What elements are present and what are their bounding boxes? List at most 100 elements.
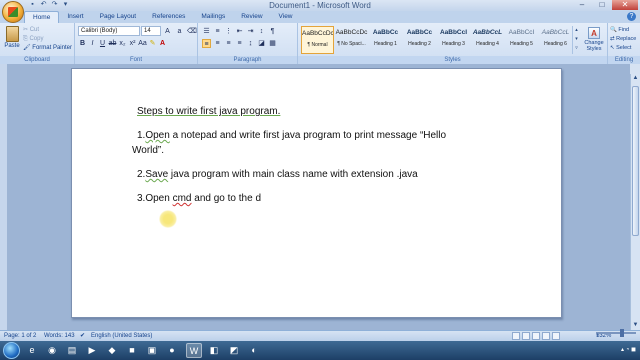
- outline-icon[interactable]: [542, 332, 550, 340]
- undo-icon[interactable]: ↶: [39, 1, 48, 9]
- shading-icon[interactable]: ◪: [257, 39, 266, 48]
- zoom-in-icon[interactable]: +: [596, 332, 600, 340]
- tab-references[interactable]: References: [144, 11, 193, 23]
- multilevel-list-icon[interactable]: ⋮: [224, 27, 233, 36]
- font-color-icon[interactable]: A: [158, 39, 167, 48]
- document-page[interactable]: Steps to write first java program. 1.Ope…: [71, 68, 562, 318]
- justify-icon[interactable]: ≡: [235, 39, 244, 48]
- app-icon[interactable]: ◩: [226, 343, 242, 358]
- help-icon[interactable]: ?: [627, 12, 636, 21]
- subscript-icon[interactable]: x₂: [118, 39, 127, 48]
- select-button[interactable]: ↖ Select: [610, 44, 636, 53]
- superscript-icon[interactable]: x²: [128, 39, 137, 48]
- format-painter-button[interactable]: 🖌 Format Painter: [23, 44, 72, 53]
- style-normal[interactable]: AaBbCcDc ¶ Normal: [301, 26, 334, 54]
- office-button[interactable]: [2, 1, 24, 23]
- zoom-slider[interactable]: [596, 329, 636, 337]
- app-icon[interactable]: ▣: [144, 343, 160, 358]
- numbering-icon[interactable]: ≡: [213, 27, 222, 36]
- style-heading-1[interactable]: AaBbCc Heading 1: [369, 26, 402, 54]
- word-count[interactable]: Words: 143: [44, 331, 75, 341]
- document-body[interactable]: Steps to write first java program. 1.Ope…: [132, 104, 512, 215]
- proofing-icon[interactable]: ✔: [80, 331, 85, 341]
- shrink-font-icon[interactable]: a: [175, 27, 184, 36]
- vertical-scrollbar[interactable]: ▲ ▼: [630, 74, 640, 330]
- change-styles-icon: A: [588, 27, 600, 39]
- language-indicator[interactable]: English (United States): [91, 331, 152, 341]
- zoom-control: 132% − +: [596, 329, 636, 339]
- style-heading-3[interactable]: AaBbCcI Heading 3: [437, 26, 470, 54]
- align-right-icon[interactable]: ≡: [224, 39, 233, 48]
- tab-review[interactable]: Review: [233, 11, 270, 23]
- style-no-spacing[interactable]: AaBbCcDc ¶ No Spaci...: [335, 26, 368, 54]
- app-icon[interactable]: ◆: [104, 343, 120, 358]
- print-layout-icon[interactable]: [512, 332, 520, 340]
- font-size-select[interactable]: 14: [141, 26, 161, 36]
- zoom-slider-knob[interactable]: [620, 329, 624, 337]
- step-1-continuation: World”.: [132, 145, 165, 156]
- align-left-icon[interactable]: ≡: [202, 39, 211, 48]
- copy-button[interactable]: ⎘ Copy: [23, 35, 72, 44]
- customize-qat-icon[interactable]: ▾: [61, 1, 70, 9]
- font-group-label: Font: [75, 56, 197, 64]
- ie-icon[interactable]: e: [24, 343, 40, 358]
- scroll-down-icon[interactable]: ▼: [631, 321, 640, 330]
- highlight-icon[interactable]: ✎: [148, 39, 157, 48]
- underline-icon[interactable]: U: [98, 39, 107, 48]
- app-icon[interactable]: ■: [124, 343, 140, 358]
- cut-button[interactable]: ✂ Cut: [23, 26, 72, 35]
- system-tray[interactable]: ▴ ◔ ◼: [621, 341, 636, 360]
- paragraph-group: ☰ ≡ ⋮ ⇤ ⇥ ↕ ¶ ≡ ≡ ≡ ≡ ↨ ◪ ▦ Paragraph: [198, 23, 298, 64]
- increase-indent-icon[interactable]: ⇥: [246, 27, 255, 36]
- app-icon[interactable]: ◐: [246, 343, 262, 358]
- redo-icon[interactable]: ↷: [50, 1, 59, 9]
- tab-mailings[interactable]: Mailings: [193, 11, 233, 23]
- tab-view[interactable]: View: [271, 11, 301, 23]
- web-layout-icon[interactable]: [532, 332, 540, 340]
- page-count[interactable]: Page: 1 of 2: [4, 331, 36, 341]
- app-icon[interactable]: ◧: [206, 343, 222, 358]
- change-case-icon[interactable]: Aa: [138, 39, 147, 48]
- bold-icon[interactable]: B: [78, 39, 87, 48]
- line-spacing-icon[interactable]: ↨: [246, 39, 255, 48]
- style-heading-5[interactable]: AaBbCcI Heading 5: [505, 26, 538, 54]
- app-icon[interactable]: ●: [164, 343, 180, 358]
- close-button[interactable]: ✕: [612, 0, 638, 10]
- style-heading-2[interactable]: AaBbCc Heading 2: [403, 26, 436, 54]
- draft-icon[interactable]: [552, 332, 560, 340]
- grow-font-icon[interactable]: A: [163, 27, 172, 36]
- bullets-icon[interactable]: ☰: [202, 27, 211, 36]
- maximize-button[interactable]: □: [592, 0, 612, 10]
- italic-icon[interactable]: I: [88, 39, 97, 48]
- chrome-icon[interactable]: ◉: [44, 343, 60, 358]
- decrease-indent-icon[interactable]: ⇤: [235, 27, 244, 36]
- style-sample: AaBbCcI: [508, 29, 535, 36]
- show-marks-icon[interactable]: ¶: [268, 27, 277, 36]
- borders-icon[interactable]: ▦: [268, 39, 277, 48]
- tab-home[interactable]: Home: [24, 11, 60, 23]
- start-button[interactable]: [3, 342, 20, 359]
- full-screen-reading-icon[interactable]: [522, 332, 530, 340]
- scroll-up-icon[interactable]: ▲: [631, 74, 640, 83]
- replace-button[interactable]: ⇄ Replace: [610, 35, 636, 44]
- minimize-button[interactable]: –: [572, 0, 592, 10]
- find-button[interactable]: 🔍 Find: [610, 26, 636, 35]
- media-player-icon[interactable]: ▶: [84, 343, 100, 358]
- scroll-thumb[interactable]: [632, 86, 639, 236]
- save-icon[interactable]: ▪: [28, 1, 37, 9]
- strikethrough-icon[interactable]: ab: [108, 39, 117, 48]
- explorer-icon[interactable]: ▤: [64, 343, 80, 358]
- sort-icon[interactable]: ↕: [257, 27, 266, 36]
- font-name-select[interactable]: Calibri (Body): [78, 26, 140, 36]
- tab-page-layout[interactable]: Page Layout: [92, 11, 145, 23]
- view-ruler-toggle[interactable]: [630, 64, 640, 74]
- style-heading-4[interactable]: AaBbCcL Heading 4: [471, 26, 504, 54]
- paste-button[interactable]: Paste: [4, 25, 20, 55]
- tab-insert[interactable]: Insert: [59, 11, 91, 23]
- clear-format-icon[interactable]: ⌫: [187, 27, 197, 36]
- word-taskbar-icon[interactable]: W: [186, 343, 202, 358]
- change-styles-button[interactable]: A Change Styles: [581, 27, 607, 52]
- style-heading-6[interactable]: AaBbCcL Heading 6: [539, 26, 572, 54]
- align-center-icon[interactable]: ≡: [213, 39, 222, 48]
- styles-scroll[interactable]: ▴ ▾ ▿: [572, 26, 580, 54]
